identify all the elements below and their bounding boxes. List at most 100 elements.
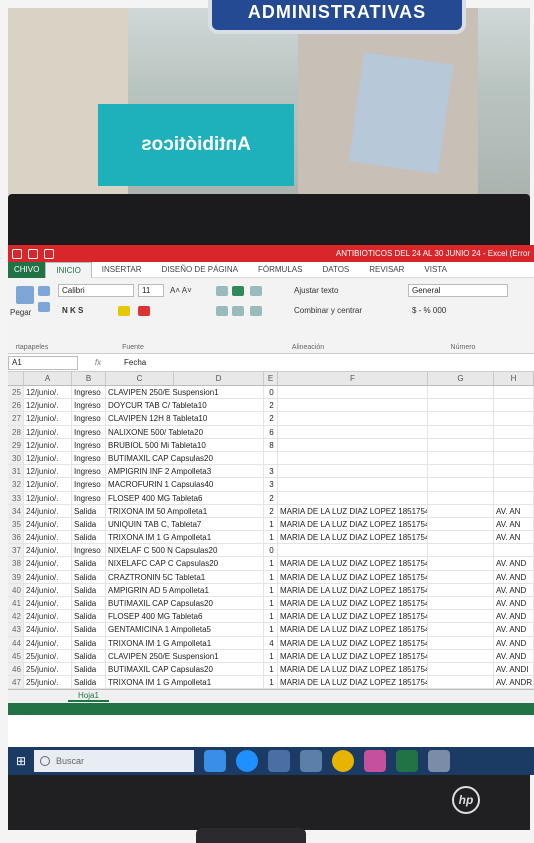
cell-movimiento[interactable]: Salida [72,676,106,689]
cell-cantidad[interactable]: 4 [264,636,278,649]
copy-icon[interactable] [38,302,50,312]
cell-fecha[interactable]: 24/junio/. [24,636,72,649]
cell-g[interactable] [428,544,494,557]
undo-icon[interactable] [28,248,38,259]
column-header-a[interactable]: A [24,372,72,385]
cell-fecha[interactable]: 12/junio/. [24,412,72,425]
column-header-h[interactable]: H [494,372,534,385]
cell-direccion[interactable] [494,491,534,504]
cell-producto[interactable]: UNIQUIN TAB C, Tableta7 [106,517,264,531]
cell-cliente[interactable]: MARIA DE LA LUZ DIAZ LOPEZ 1851754 [278,504,428,517]
cell-fecha[interactable]: 24/junio/. [24,623,72,636]
tab-insert[interactable]: INSERTAR [92,262,152,278]
cell-producto[interactable]: NALIXONE 500/ Tableta20 [106,425,264,438]
fx-icon[interactable]: fx [78,358,118,367]
cell-g[interactable] [428,412,494,425]
cell-cliente[interactable] [278,412,428,425]
row-number[interactable]: 47 [8,676,24,689]
cell-fecha[interactable]: 25/junio/. [24,662,72,676]
row-number[interactable]: 39 [8,570,24,583]
row-number[interactable]: 29 [8,438,24,451]
cell-direccion[interactable] [494,465,534,478]
store-icon[interactable] [268,750,290,772]
cell-g[interactable] [428,610,494,623]
cell-g[interactable] [428,676,494,689]
cell-movimiento[interactable]: Salida [72,570,106,583]
tab-formulas[interactable]: FÓRMULAS [248,262,312,278]
cell-fecha[interactable]: 24/junio/. [24,610,72,623]
cell-direccion[interactable] [494,478,534,491]
cell-direccion[interactable] [494,412,534,425]
cell-g[interactable] [428,623,494,636]
row-number[interactable]: 31 [8,465,24,478]
tab-view[interactable]: VISTA [414,262,457,278]
cell-cliente[interactable]: MARIA DE LA LUZ DIAZ LOPEZ 1851754 [278,636,428,649]
cell-movimiento[interactable]: Ingreso [72,412,106,425]
cell-producto[interactable]: NIXELAF C 500 N Capsulas20 [106,544,264,557]
formula-input[interactable]: Fecha [118,358,534,367]
cell-movimiento[interactable]: Ingreso [72,544,106,557]
cell-producto[interactable]: AMPIGRIN AD 5 Ampolleta1 [106,583,264,596]
cell-direccion[interactable]: AV. AN [494,517,534,531]
cell-cliente[interactable]: MARIA DE LA LUZ DIAZ LOPEZ 1851754 [278,557,428,570]
cell-cantidad[interactable]: 2 [264,491,278,504]
cell-fecha[interactable]: 12/junio/. [24,425,72,438]
cell-movimiento[interactable]: Ingreso [72,465,106,478]
cell-movimiento[interactable]: Salida [72,597,106,610]
explorer-icon[interactable] [428,750,450,772]
cell-cliente[interactable] [278,544,428,557]
cell-g[interactable] [428,583,494,596]
chrome-icon[interactable] [332,750,354,772]
column-header-c[interactable]: C [106,372,174,385]
mail-icon[interactable] [300,750,322,772]
paste-label[interactable]: Pegar [10,308,31,317]
cell-movimiento[interactable]: Ingreso [72,451,106,465]
cell-cantidad[interactable]: 2 [264,412,278,425]
row-number[interactable]: 25 [8,386,24,399]
cell-movimiento[interactable]: Ingreso [72,491,106,504]
align-middle-icon[interactable] [232,286,244,296]
currency-percent-icons[interactable]: $ - % 000 [412,306,446,315]
cell-fecha[interactable]: 25/junio/. [24,676,72,689]
cut-icon[interactable] [38,286,50,296]
cell-cliente[interactable]: MARIA DE LA LUZ DIAZ LOPEZ 1851754 [278,597,428,610]
select-all-corner[interactable] [8,372,24,385]
cell-fecha[interactable]: 12/junio/. [24,465,72,478]
cell-cliente[interactable]: MARIA DE LA LUZ DIAZ LOPEZ 1851754 [278,517,428,531]
cell-cliente[interactable]: MARIA DE LA LUZ DIAZ LOPEZ 1851754 [278,570,428,583]
cell-direccion[interactable] [494,425,534,438]
row-number[interactable]: 30 [8,451,24,465]
cell-producto[interactable]: TRIXONA IM 50 Ampolleta1 [106,504,264,517]
cell-cantidad[interactable]: 2 [264,399,278,412]
wrap-text-button[interactable]: Ajustar texto [294,286,338,295]
cell-g[interactable] [428,399,494,412]
cell-g[interactable] [428,504,494,517]
cell-movimiento[interactable]: Salida [72,649,106,662]
cell-cliente[interactable] [278,478,428,491]
cell-producto[interactable]: TRIXONA IM 1 G Ampolleta1 [106,636,264,649]
cell-fecha[interactable]: 24/junio/. [24,583,72,596]
align-top-icon[interactable] [216,286,228,296]
cell-cantidad[interactable]: 1 [264,570,278,583]
cell-producto[interactable]: GENTAMICINA 1 Ampolleta5 [106,623,264,636]
cell-g[interactable] [428,636,494,649]
cell-fecha[interactable]: 12/junio/. [24,491,72,504]
cell-fecha[interactable]: 24/junio/. [24,570,72,583]
cell-g[interactable] [428,438,494,451]
cell-movimiento[interactable]: Ingreso [72,438,106,451]
app-icon[interactable] [364,750,386,772]
row-number[interactable]: 43 [8,623,24,636]
cell-cantidad[interactable] [264,451,278,465]
cell-g[interactable] [428,386,494,399]
fill-color-icon[interactable] [118,306,130,316]
cell-cantidad[interactable]: 1 [264,623,278,636]
cell-g[interactable] [428,649,494,662]
cell-producto[interactable]: TRIXONA IM 1 G Ampolleta1 [106,676,264,689]
cell-direccion[interactable]: AV. AND [494,597,534,610]
cell-movimiento[interactable]: Ingreso [72,399,106,412]
sheet-tab-hoja1[interactable]: Hoja1 [68,691,109,703]
cell-cliente[interactable] [278,425,428,438]
cell-movimiento[interactable]: Salida [72,583,106,596]
row-number[interactable]: 45 [8,649,24,662]
cell-g[interactable] [428,465,494,478]
